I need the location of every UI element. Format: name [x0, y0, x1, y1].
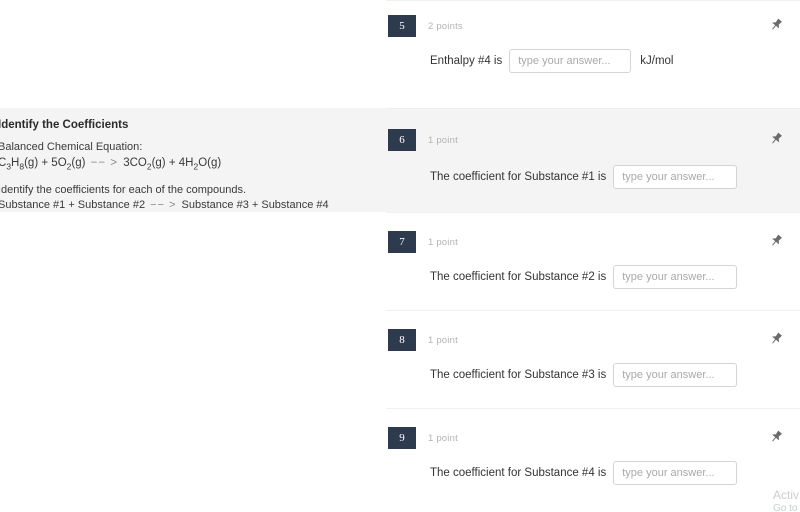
answer-input[interactable]: type your answer... — [613, 363, 738, 387]
generic-equation-left: Substance #1 + Substance #2 — [0, 199, 146, 212]
generic-equation-right: Substance #3 + Substance #4 — [181, 199, 329, 212]
quiz-page: Identify the Coefficients Balanced Chemi… — [0, 0, 800, 512]
question-block: 9 1 point The coefficient for Substance … — [386, 408, 800, 506]
question-number-badge: 9 — [388, 427, 416, 449]
plus-sign-1: + — [41, 157, 49, 169]
question-label: The coefficient for Substance #4 is — [430, 467, 607, 479]
question-points: 1 point — [428, 334, 458, 346]
plus-sign-2: + — [168, 157, 176, 169]
question-header: 7 1 point — [388, 231, 458, 253]
answer-input[interactable]: type your answer... — [613, 265, 738, 289]
answer-input[interactable]: type your answer... — [613, 165, 738, 189]
generic-equation: Substance #1 + Substance #2 −− > Substan… — [0, 198, 386, 212]
reaction-arrow-icon: −− > — [90, 157, 118, 169]
reactant-2-state: (g) — [71, 157, 86, 169]
product-2-state: (g) — [207, 157, 222, 169]
question-number-badge: 5 — [388, 15, 416, 37]
question-points: 1 point — [428, 134, 458, 146]
question-body: Enthalpy #4 is type your answer... kJ/mo… — [430, 49, 673, 73]
prompt-instruction: Identify the coefficients for each of th… — [0, 184, 247, 197]
question-block: 7 1 point The coefficient for Substance … — [386, 212, 800, 310]
question-header: 6 1 point — [388, 129, 458, 151]
question-body: The coefficient for Substance #1 is type… — [430, 165, 738, 189]
balanced-chemical-equation: C3H8(g) + 5O2(g) −− > 3CO2(g) + 4H2O(g) — [0, 155, 386, 174]
question-prompt-panel: Identify the Coefficients Balanced Chemi… — [0, 108, 386, 212]
question-list: 5 2 points Enthalpy #4 is type your answ… — [386, 0, 800, 512]
question-points: 1 point — [428, 236, 458, 248]
question-label: The coefficient for Substance #2 is — [430, 271, 607, 283]
question-block: 5 2 points Enthalpy #4 is type your answ… — [386, 0, 800, 108]
question-body: The coefficient for Substance #2 is type… — [430, 265, 738, 289]
reactant-1-state: (g) — [24, 157, 39, 169]
question-number-badge: 8 — [388, 329, 416, 351]
pin-icon[interactable] — [768, 233, 784, 249]
pin-icon[interactable] — [768, 131, 784, 147]
answer-input[interactable]: type your answer... — [509, 49, 632, 73]
question-points: 1 point — [428, 432, 458, 444]
pin-icon[interactable] — [768, 17, 784, 33]
product-2-element-2: O — [198, 157, 208, 169]
question-header: 5 2 points — [388, 15, 463, 37]
question-label: The coefficient for Substance #1 is — [430, 171, 607, 183]
question-number-badge: 6 — [388, 129, 416, 151]
equation-label: Balanced Chemical Equation: — [0, 141, 143, 153]
answer-unit: kJ/mol — [640, 55, 674, 67]
prompt-spacer — [0, 174, 386, 183]
question-body: The coefficient for Substance #4 is type… — [430, 461, 738, 485]
generic-reaction-arrow-icon: −− > — [150, 199, 177, 212]
reactant-2-element: O — [57, 157, 67, 169]
question-points: 2 points — [428, 20, 463, 32]
pin-icon[interactable] — [768, 331, 784, 347]
question-header: 9 1 point — [388, 427, 458, 449]
prompt-title: Identify the Coefficients — [0, 119, 129, 131]
question-body: The coefficient for Substance #3 is type… — [430, 363, 738, 387]
product-1-element: CO — [129, 157, 147, 169]
answer-input[interactable]: type your answer... — [613, 461, 738, 485]
question-number-badge: 7 — [388, 231, 416, 253]
question-block: 8 1 point The coefficient for Substance … — [386, 310, 800, 408]
question-block: 6 1 point The coefficient for Substance … — [386, 108, 800, 212]
pin-icon[interactable] — [768, 429, 784, 445]
question-label: The coefficient for Substance #3 is — [430, 369, 607, 381]
question-label: Enthalpy #4 is — [430, 55, 503, 67]
question-header: 8 1 point — [388, 329, 458, 351]
product-1-state: (g) — [151, 157, 166, 169]
